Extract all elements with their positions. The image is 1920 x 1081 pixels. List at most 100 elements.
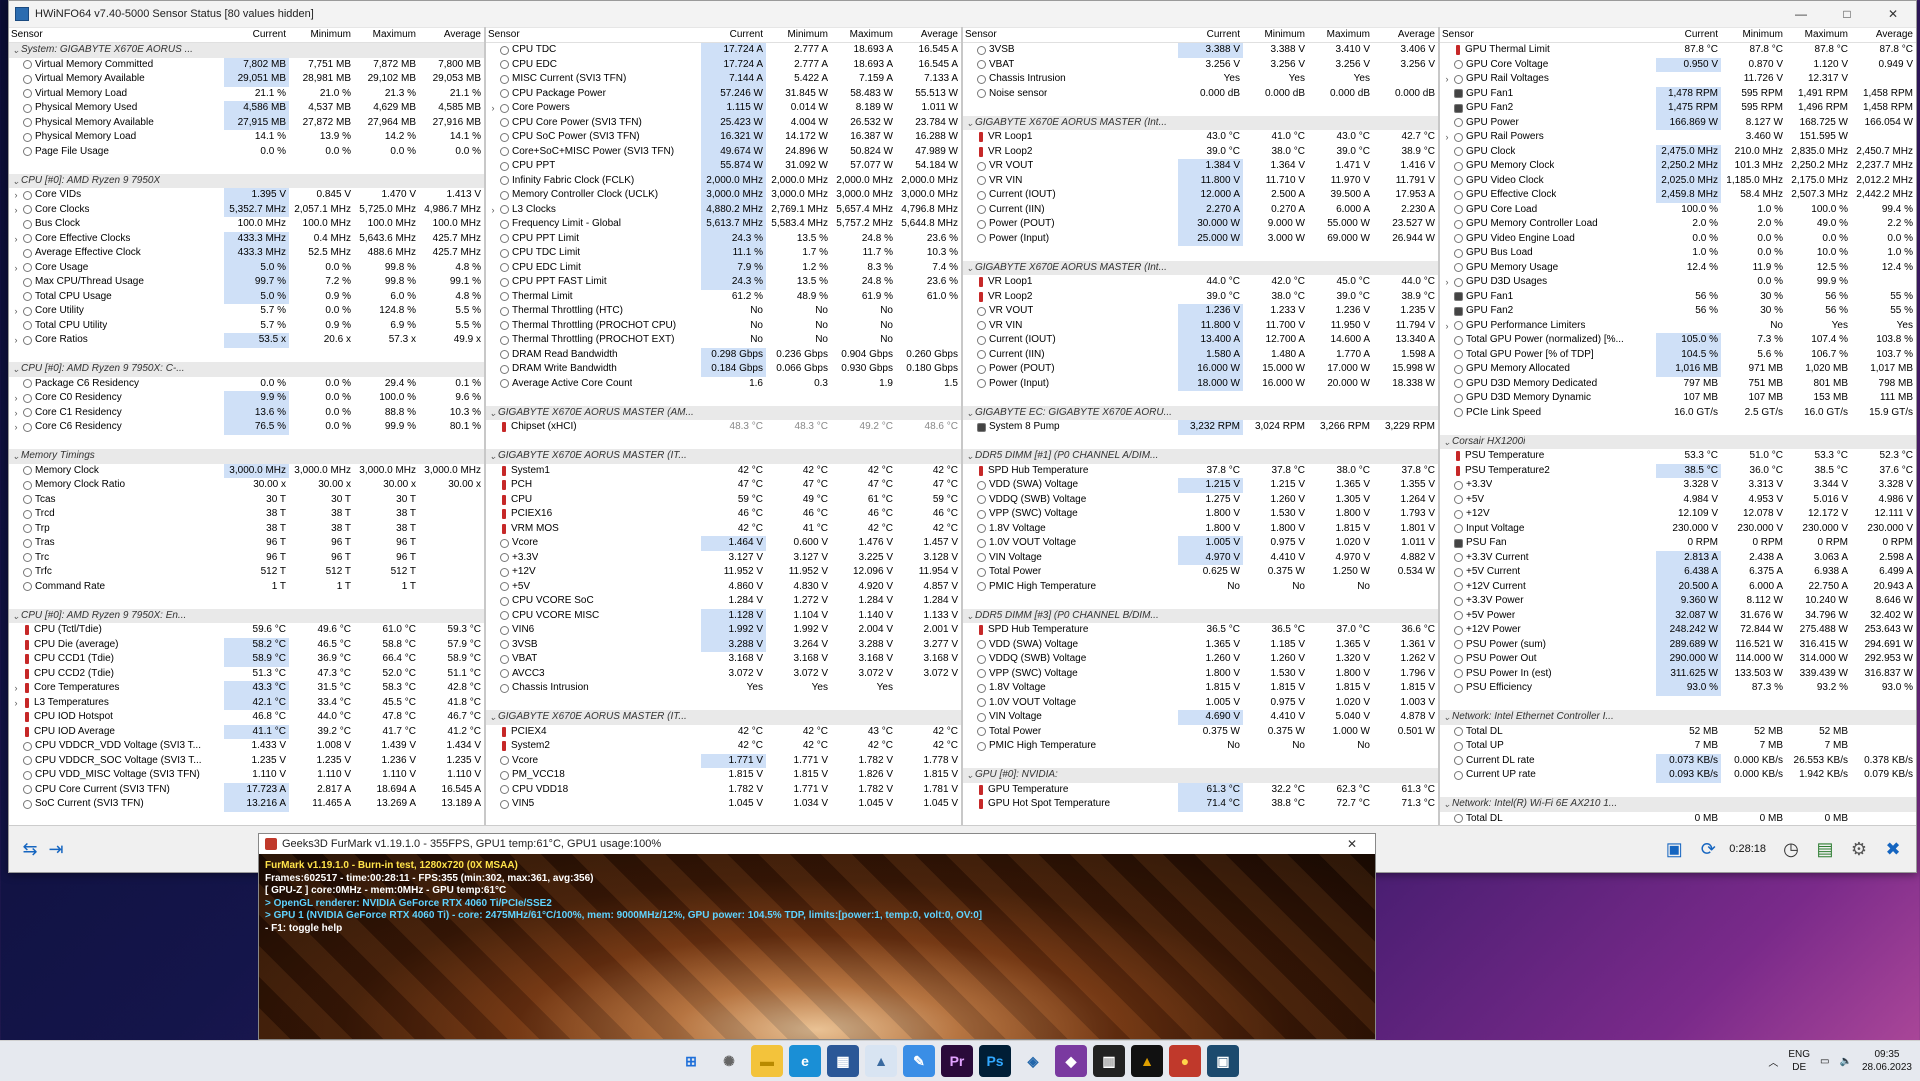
sensor-row[interactable]: Trc 96 T 96 T 96 T bbox=[9, 551, 484, 566]
chevron-down-icon[interactable]: ⌄ bbox=[11, 362, 21, 377]
chevron-right-icon[interactable]: › bbox=[1442, 130, 1452, 145]
column-current[interactable]: Current bbox=[1178, 27, 1243, 42]
sensor-row[interactable]: VR Loop2 39.0 °C 38.0 °C 39.0 °C 38.9 °C bbox=[963, 145, 1438, 160]
sensor-row[interactable]: › Core Utility 5.7 % 0.0 % 124.8 % 5.5 % bbox=[9, 304, 484, 319]
sensor-row[interactable]: VIN Voltage 4.690 V 4.410 V 5.040 V 4.878 V bbox=[963, 710, 1438, 725]
sensor-row[interactable]: +12V 11.952 V 11.952 V 12.096 V 11.954 V bbox=[486, 565, 961, 580]
column-maximum[interactable]: Maximum bbox=[831, 27, 896, 42]
chevron-right-icon[interactable]: › bbox=[11, 696, 21, 711]
chevron-right-icon[interactable]: › bbox=[11, 261, 21, 276]
sensor-row[interactable]: PCIe Link Speed 16.0 GT/s 2.5 GT/s 16.0 GT/… bbox=[1440, 406, 1916, 421]
sensor-row[interactable]: Total CPU Usage 5.0 % 0.9 % 6.0 % 4.8 % bbox=[9, 289, 484, 304]
sensor-row[interactable]: Total UP 7 MB 7 MB 7 MB bbox=[1440, 739, 1916, 754]
sensor-row[interactable]: CPU TDC 17.724 A 2.777 A 18.693 A 16.545 A bbox=[486, 43, 961, 58]
sensor-row[interactable]: DRAM Read Bandwidth 0.298 Gbps 0.236 Gbps 0… bbox=[486, 347, 961, 362]
sensor-row[interactable]: › Core Ratios 53.5 x 20.6 x 57.3 x 49.9 x bbox=[9, 333, 484, 348]
sensor-row[interactable]: GPU Hot Spot Temperature 71.4 °C 38.8 °C 72… bbox=[963, 797, 1438, 812]
sensor-row[interactable]: GPU Fan1 1,478 RPM 595 RPM 1,491 RPM 1,458 R… bbox=[1440, 86, 1916, 101]
sensor-row[interactable]: SPD Hub Temperature 37.8 °C 37.8 °C 38.0 °C… bbox=[963, 464, 1438, 479]
sensor-row[interactable]: › L3 Temperatures 42.1 °C 33.4 °C 45.5 °C 41.… bbox=[9, 695, 484, 711]
chevron-down-icon[interactable]: ⌄ bbox=[965, 609, 975, 624]
sensor-row[interactable]: GPU Power 166.869 W 8.127 W 168.725 W 166.05… bbox=[1440, 115, 1916, 130]
sensor-row[interactable]: Thermal Throttling (PROCHOT EXT) No No No bbox=[486, 333, 961, 348]
sensor-row[interactable] bbox=[963, 101, 1438, 116]
sensor-row[interactable] bbox=[9, 435, 484, 450]
sensor-row[interactable]: CPU PPT 55.874 W 31.092 W 57.077 W 54.184 W bbox=[486, 159, 961, 174]
sensor-row[interactable]: GPU Video Clock 2,025.0 MHz 1,185.0 MHz 2,1… bbox=[1440, 173, 1916, 188]
sensor-row[interactable]: › Core C1 Residency 13.6 % 0.0 % 88.8 % 10.3 … bbox=[9, 405, 484, 421]
sensor-row[interactable]: PM_VCC18 1.815 V 1.815 V 1.826 V 1.815 V bbox=[486, 768, 961, 783]
sensor-row[interactable]: Trcd 38 T 38 T 38 T bbox=[9, 507, 484, 522]
sensor-pane-4[interactable]: Sensor Current Minimum Maximum Average GPU Th… bbox=[1440, 27, 1916, 825]
column-maximum[interactable]: Maximum bbox=[354, 27, 419, 42]
chevron-right-icon[interactable]: › bbox=[11, 188, 21, 203]
chevron-right-icon[interactable]: › bbox=[11, 406, 21, 421]
sensor-row[interactable]: CPU Core Power (SVI3 TFN) 25.423 W 4.004 W… bbox=[486, 115, 961, 130]
sensor-row[interactable] bbox=[1440, 783, 1916, 798]
sensor-row[interactable]: Total GPU Power (normalized) [%... 105.0 … bbox=[1440, 333, 1916, 348]
column-sensor[interactable]: Sensor bbox=[1440, 27, 1656, 42]
monitor-icon[interactable]: ▭ bbox=[1820, 1056, 1829, 1067]
speaker-icon[interactable]: 🔈 bbox=[1839, 1056, 1851, 1067]
sensor-row[interactable]: Virtual Memory Committed 7,802 MB 7,751 MB… bbox=[9, 57, 484, 72]
maximize-button[interactable]: □ bbox=[1824, 1, 1870, 27]
sensor-row[interactable]: VDDQ (SWB) Voltage 1.275 V 1.260 V 1.305 V1… bbox=[963, 493, 1438, 508]
sensor-row[interactable]: GPU Fan1 56 % 30 % 56 % 55 % bbox=[1440, 290, 1916, 305]
sensor-group-row[interactable]: ⌄ System: GIGABYTE X670E AORUS ... bbox=[9, 43, 484, 58]
chevron-down-icon[interactable]: ⌄ bbox=[1442, 435, 1452, 450]
sensor-row[interactable]: Vcore 1.771 V 1.771 V 1.782 V 1.778 V bbox=[486, 753, 961, 768]
sensor-row[interactable]: Input Voltage 230.000 V 230.000 V 230.000 V… bbox=[1440, 522, 1916, 537]
sensor-row[interactable]: CPU CCD2 (Tdie) 51.3 °C 47.3 °C 52.0 °C 51.1… bbox=[9, 667, 484, 682]
chevron-down-icon[interactable]: ⌄ bbox=[965, 768, 975, 783]
clock-icon[interactable]: ◷ bbox=[1778, 836, 1804, 862]
chevron-right-icon[interactable]: › bbox=[1442, 319, 1452, 334]
sensor-group-row[interactable]: ⌄ GIGABYTE X670E AORUS MASTER (AM... bbox=[486, 405, 961, 420]
chevron-down-icon[interactable]: ⌄ bbox=[1442, 710, 1452, 725]
sensor-row[interactable]: 1.8V Voltage 1.815 V 1.815 V 1.815 V 1.815 V bbox=[963, 681, 1438, 696]
sensor-group-row[interactable]: ⌄ Corsair HX1200i bbox=[1440, 434, 1916, 450]
sensor-row[interactable]: MISC Current (SVI3 TFN) 7.144 A 5.422 A 7.1… bbox=[486, 72, 961, 87]
sensor-row[interactable]: Current DL rate 0.073 KB/s 0.000 KB/s 26.55… bbox=[1440, 753, 1916, 768]
explorer-icon[interactable]: ▬ bbox=[751, 1045, 783, 1077]
sensor-row[interactable]: VR VIN 11.800 V 11.700 V 11.950 V 11.794 V bbox=[963, 318, 1438, 333]
chevron-right-icon[interactable]: › bbox=[1442, 72, 1452, 87]
column-average[interactable]: Average bbox=[1851, 27, 1916, 42]
sensor-row[interactable]: › GPU Rail Powers 3.460 W 151.595 W bbox=[1440, 130, 1916, 145]
sensor-row[interactable]: Physical Memory Used 4,586 MB 4,537 MB 4,62… bbox=[9, 101, 484, 116]
column-minimum[interactable]: Minimum bbox=[766, 27, 831, 42]
sensor-row[interactable]: GPU Bus Load 1.0 % 0.0 % 10.0 % 1.0 % bbox=[1440, 246, 1916, 261]
sensor-row[interactable]: CPU EDC 17.724 A 2.777 A 18.693 A 16.545 A bbox=[486, 57, 961, 72]
sensor-row[interactable]: Page File Usage 0.0 % 0.0 % 0.0 % 0.0 % bbox=[9, 145, 484, 160]
sensor-row[interactable]: PSU Fan 0 RPM 0 RPM 0 RPM 0 RPM bbox=[1440, 536, 1916, 551]
chevron-right-icon[interactable]: › bbox=[11, 203, 21, 218]
sensor-row[interactable]: Bus Clock 100.0 MHz 100.0 MHz 100.0 MHz 100.… bbox=[9, 217, 484, 232]
sensor-row[interactable]: Virtual Memory Available 29,051 MB 28,981 … bbox=[9, 72, 484, 87]
close-button[interactable]: ✕ bbox=[1870, 1, 1916, 27]
sensor-row[interactable]: › GPU Rail Voltages 11.726 V 12.317 V bbox=[1440, 72, 1916, 87]
sensor-row[interactable]: › Core Clocks 5,352.7 MHz 2,057.1 MHz 5,725.… bbox=[9, 202, 484, 218]
sensor-row[interactable]: CPU EDC Limit 7.9 % 1.2 % 8.3 % 7.4 % bbox=[486, 260, 961, 275]
sensor-row[interactable]: Memory Clock Ratio 30.00 x 30.00 x 30.00 x3… bbox=[9, 478, 484, 493]
sensor-row[interactable]: +5V Power 32.087 W 31.676 W 34.796 W 32.402 … bbox=[1440, 608, 1916, 623]
store-icon[interactable]: ▦ bbox=[827, 1045, 859, 1077]
furmark-window[interactable]: Geeks3D FurMark v1.19.1.0 - 355FPS, GPU1… bbox=[258, 833, 1376, 1040]
calc-icon[interactable]: ▥ bbox=[1093, 1045, 1125, 1077]
sensor-row[interactable]: Total GPU Power [% of TDP] 104.5 % 5.6 % 10… bbox=[1440, 347, 1916, 362]
chevron-right-icon[interactable]: › bbox=[488, 101, 498, 116]
sensor-row[interactable]: Total DL 0 MB 0 MB 0 MB bbox=[1440, 812, 1916, 826]
sensor-row[interactable]: Thermal Throttling (PROCHOT CPU) No No No bbox=[486, 319, 961, 334]
sensor-group-row[interactable]: ⌄ Memory Timings bbox=[9, 449, 484, 464]
sensor-row[interactable]: System2 42 °C 42 °C 42 °C 42 °C bbox=[486, 739, 961, 754]
sensor-row[interactable]: CPU PPT FAST Limit 24.3 % 13.5 % 24.8 % 23.6… bbox=[486, 275, 961, 290]
sensor-row[interactable]: Average Effective Clock 433.3 MHz 52.5 MHz… bbox=[9, 246, 484, 261]
sensor-row[interactable]: PMIC High Temperature No No No bbox=[963, 739, 1438, 754]
chevron-down-icon[interactable]: ⌄ bbox=[1442, 797, 1452, 812]
sensor-row[interactable]: PSU Power Out 290.000 W 114.000 W 314.000 W… bbox=[1440, 652, 1916, 667]
clock[interactable]: 09:35 28.06.2023 bbox=[1862, 1048, 1912, 1074]
settings-gear-icon[interactable]: ⚙ bbox=[1846, 836, 1872, 862]
sensor-row[interactable]: GPU D3D Memory Dynamic 107 MB 107 MB 153 MB… bbox=[1440, 391, 1916, 406]
sensor-group-row[interactable]: ⌄ CPU [#0]: AMD Ryzen 9 7950X: C-... bbox=[9, 362, 484, 377]
sensor-row[interactable]: Thermal Limit 61.2 % 48.9 % 61.9 % 61.0 % bbox=[486, 290, 961, 305]
sensor-row[interactable]: VPP (SWC) Voltage 1.800 V 1.530 V 1.800 V 1.… bbox=[963, 507, 1438, 522]
photos-icon[interactable]: ▲ bbox=[865, 1045, 897, 1077]
